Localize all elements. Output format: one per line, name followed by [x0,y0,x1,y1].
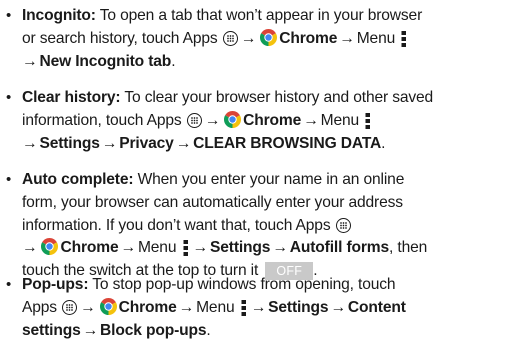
settings-label: settings [22,321,81,339]
arrow-icon: → [22,52,38,70]
text-line: Incognito: To open a tab that won’t appe… [22,5,422,28]
chrome-icon [99,297,117,315]
tip-title: Incognito: [22,7,96,24]
tip-text: form, your browser can automatically ent… [22,193,403,211]
menu-label: Menu [137,239,177,257]
tip-title: Auto complete: [22,171,134,188]
tip-text: , then [389,239,428,257]
chrome-icon [41,238,59,256]
arrow-icon: → [204,111,221,129]
menu-icon [241,298,247,316]
chrome-label: Chrome [279,29,338,47]
arrow-icon: → [303,111,319,129]
bullet: • [6,7,12,24]
menu-label: Menu [320,111,360,129]
tip-title: Clear history: [22,89,121,106]
apps-label: Apps [22,298,62,316]
help-page: • Incognito: To open a tab that won’t ap… [0,0,505,361]
text-line: Clear history: To clear your browser his… [22,87,433,110]
tip-text: To stop pop-up windows from opening, tou… [88,276,396,293]
arrow-icon: → [178,298,195,316]
bullet: • [6,89,12,106]
block-pop-ups-label: Block pop-ups [100,321,207,339]
tip-text: or search history, touch Apps [22,29,222,47]
tip-text: When you enter your name in an online [133,171,405,188]
text-line: or search history, touch Apps → Chrome → Me… [22,28,409,51]
period: . [381,134,386,152]
tip-text: information. If you don’t want that, tou… [22,216,335,234]
text-line: → New Incognito tab. [22,51,176,74]
settings-label: Settings [39,134,100,152]
text-line: information, touch Apps → Chrome → Menu [22,110,373,133]
menu-icon [401,29,407,47]
chrome-label: Chrome [243,111,302,129]
settings-label: Settings [210,239,271,257]
text-line: Auto complete: When you enter your name … [22,169,404,192]
menu-label: Menu [356,29,396,47]
arrow-icon: → [175,134,192,152]
menu-icon [365,111,371,129]
text-line: Pop-ups: To stop pop-up windows from ope… [22,274,396,297]
text-line: information. If you don’t want that, tou… [22,215,352,238]
bullet: • [6,276,12,293]
arrow-icon: → [80,298,96,316]
arrow-icon: → [22,134,38,152]
apps-icon [186,112,202,128]
tip-text: To clear your browser history and other … [120,89,434,106]
bullet: • [6,171,12,188]
tip-title: Pop-ups: [22,276,89,293]
arrow-icon: → [250,298,267,316]
arrow-icon: → [330,298,346,316]
arrow-icon: → [82,321,99,339]
content-label: Content [347,298,406,316]
period: . [206,321,211,339]
arrow-icon: → [101,134,118,152]
privacy-label: Privacy [119,134,174,152]
new-incognito-tab-label: New Incognito tab [39,52,172,70]
menu-icon [183,238,189,257]
apps-icon [62,299,78,315]
chrome-icon [260,28,278,46]
clear-browsing-data-label: CLEAR BROWSING DATA [193,134,382,152]
arrow-icon: → [22,239,38,257]
text-line: form, your browser can automatically ent… [22,192,403,215]
menu-label: Menu [196,298,235,316]
period: . [171,52,176,70]
text-line: → Chrome → Menu → Settings → Autofill forms, t… [22,237,427,260]
tip-text: To open a tab that won’t appear in your … [95,7,423,24]
apps-icon [222,30,238,46]
chrome-label: Chrome [60,239,119,257]
apps-icon [335,217,351,233]
arrow-icon: → [339,29,355,47]
text-line: Apps → Chrome → Menu → Settings → Content [22,297,406,320]
arrow-icon: → [272,239,288,257]
chrome-label: Chrome [118,298,177,316]
chrome-icon [224,110,242,128]
text-line: → Settings → Privacy → CLEAR BROWSING DATA. [22,133,386,156]
arrow-icon: → [240,29,257,47]
arrow-icon: → [120,239,136,257]
settings-label: Settings [268,298,329,316]
tip-text: information, touch Apps [22,111,186,129]
text-line: settings → Block pop-ups. [22,320,211,343]
autofill-forms-label: Autofill forms [289,239,390,257]
arrow-icon: → [192,239,209,257]
